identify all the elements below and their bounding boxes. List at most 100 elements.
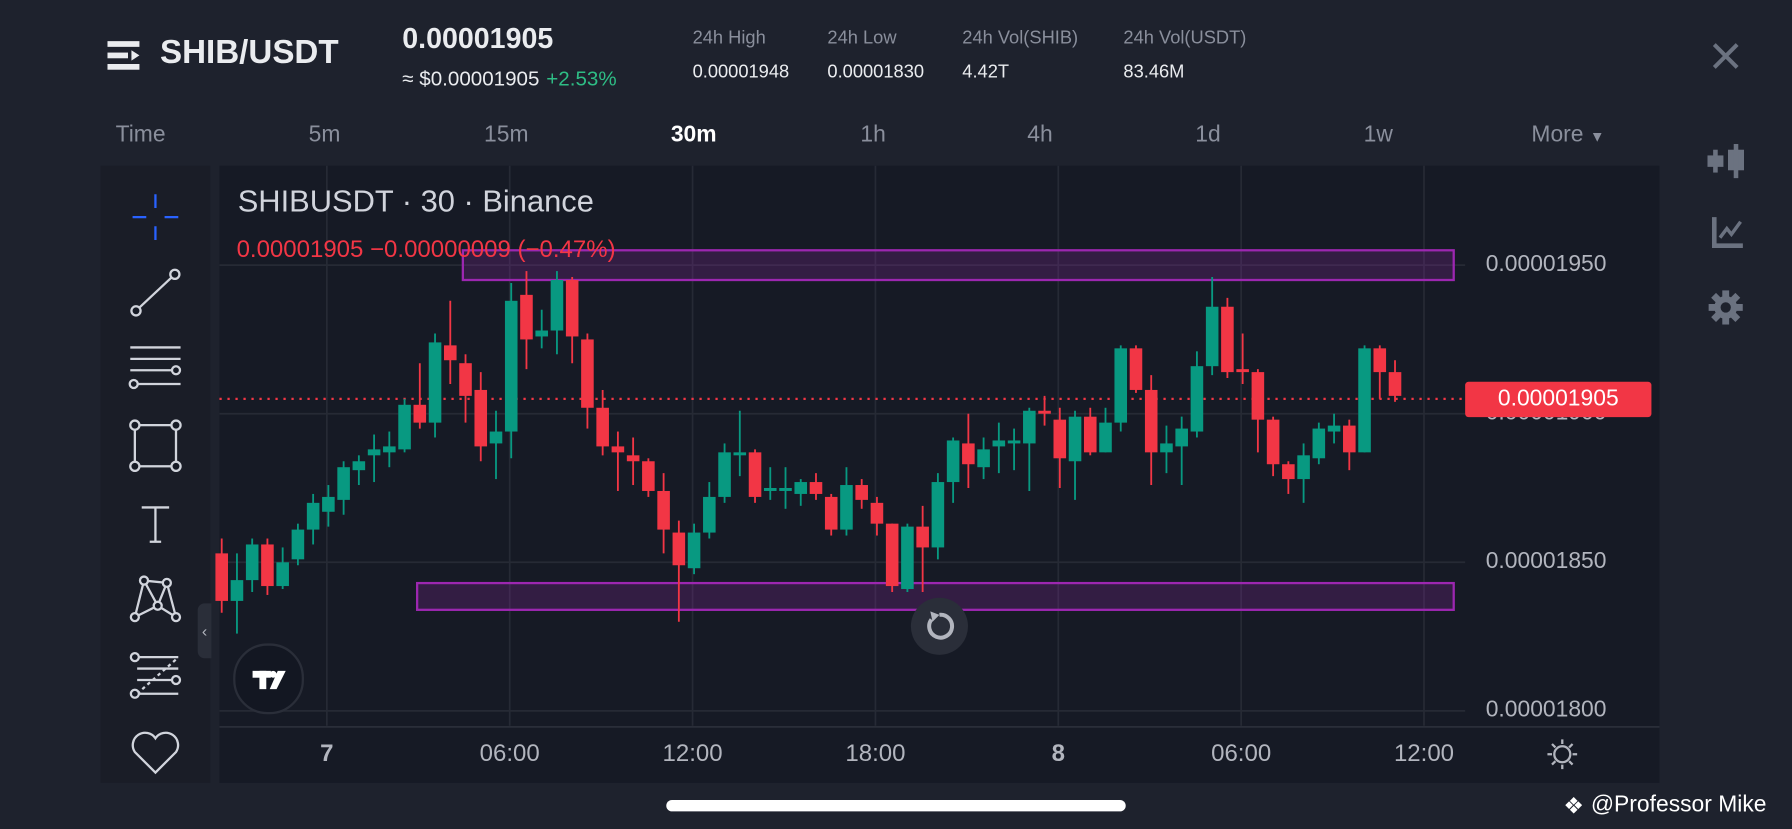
candle-up (1175, 428, 1188, 447)
candle-up (398, 404, 411, 450)
candle-up (1297, 455, 1310, 480)
candle-up (1358, 348, 1371, 453)
candle-up (718, 452, 731, 497)
chart-legend: 0.00001905 −0.00000009 (−0.47%) (236, 236, 616, 263)
candle-down (215, 553, 228, 601)
candle-up (1007, 440, 1021, 444)
candle-up (901, 526, 914, 590)
candle-down (1038, 410, 1051, 414)
candle-up (840, 485, 853, 530)
candle-down (1282, 464, 1295, 480)
candle-up (1312, 428, 1326, 459)
candle-down (626, 455, 640, 462)
candle-down (474, 389, 488, 447)
candle-down (443, 345, 457, 361)
home-indicator (666, 799, 1126, 812)
candle-up (352, 461, 366, 471)
reset-chart-button[interactable] (910, 597, 968, 655)
crosshair-tool[interactable] (123, 185, 187, 249)
candle-up (245, 544, 259, 581)
time-label: 8 (1051, 740, 1065, 767)
candle-down (855, 485, 868, 500)
candle-up (276, 562, 289, 587)
candle-up (306, 502, 320, 530)
candle-up (322, 496, 335, 512)
favorites-heart-icon[interactable] (123, 720, 187, 784)
candle-up (337, 467, 350, 500)
candle-down (520, 294, 533, 340)
candle-down (459, 363, 472, 396)
candle-down (962, 443, 975, 465)
candle-down (885, 523, 899, 587)
candle-up (428, 342, 442, 423)
candle-up (230, 580, 244, 601)
collapse-toolbar-handle[interactable]: ‹ (197, 603, 212, 659)
candle-down (748, 452, 762, 497)
price-label-1950: 0.00001950 (1485, 251, 1607, 277)
candle-down (261, 544, 274, 587)
pattern-tool[interactable] (123, 567, 187, 631)
trading-screen: SHIB/USDT 0.00001905 ≈ $0.00001905 +2.53%… (0, 0, 1792, 829)
candle-down (642, 461, 655, 491)
candle-down (596, 407, 609, 447)
price-label-1850: 0.00001850 (1485, 548, 1607, 574)
candle-up (763, 487, 777, 491)
watermark: ❖ @Professor Mike (1563, 791, 1767, 819)
rectangle-tool[interactable] (123, 414, 187, 478)
candle-down (657, 490, 670, 530)
candle-down (1343, 425, 1356, 453)
candle-down (581, 339, 594, 408)
tradingview-logo[interactable] (233, 643, 304, 715)
candle-up (733, 452, 747, 456)
watermark-text: @Professor Mike (1590, 791, 1767, 818)
candle-down (672, 532, 686, 566)
horizontal-lines-tool[interactable] (123, 338, 187, 402)
candle-down (809, 482, 823, 494)
candle-up (504, 300, 518, 432)
candle-up (1327, 425, 1341, 432)
candle-down (870, 502, 884, 524)
time-label: 12:00 (1393, 740, 1455, 767)
candle-down (1083, 416, 1097, 453)
candle-up (931, 482, 945, 548)
candle-down (824, 496, 838, 530)
candle-up (535, 330, 548, 337)
candle-down (611, 446, 625, 453)
candle-up (794, 482, 808, 494)
time-label: 06:00 (479, 740, 540, 767)
current-price-label: 0.00001905 (1465, 381, 1652, 418)
candle-down (1251, 372, 1265, 420)
reset-icon (927, 611, 955, 640)
candle-down (1144, 389, 1158, 453)
candle-down (413, 404, 427, 423)
candle-up (489, 431, 503, 444)
candle-up (1023, 410, 1036, 444)
candle-up (1205, 306, 1219, 367)
price-label-1800: 0.00001800 (1485, 697, 1607, 723)
candle-up (1160, 443, 1173, 453)
candle-up (1190, 366, 1204, 432)
candle-up (946, 440, 960, 483)
candle-up (992, 440, 1006, 447)
candle-up (1068, 416, 1082, 462)
candle-down (1236, 369, 1249, 373)
candle-down (1129, 348, 1143, 390)
binance-diamond-icon: ❖ (1563, 794, 1584, 820)
candle-up (1099, 422, 1112, 453)
candle-down (916, 526, 929, 548)
time-label: 12:00 (662, 740, 723, 767)
text-tool[interactable] (123, 491, 187, 555)
trend-line-tool[interactable] (123, 262, 187, 326)
candle-down (1388, 372, 1402, 396)
fibonacci-tool[interactable] (123, 643, 187, 707)
candle-up (383, 446, 396, 453)
candle-up (977, 449, 990, 468)
candle-down (1221, 306, 1234, 373)
candle-up (367, 449, 381, 456)
candle-up (550, 279, 564, 331)
candle-down (565, 279, 579, 337)
candle-down (1373, 348, 1387, 373)
candle-up (779, 487, 792, 491)
time-label: 18:00 (845, 740, 906, 767)
brightness-icon[interactable] (1546, 738, 1578, 776)
